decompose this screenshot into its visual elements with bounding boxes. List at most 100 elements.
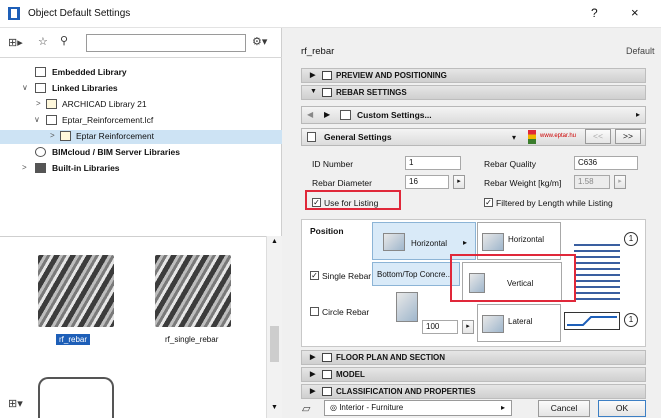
- spacing-dropdown-button[interactable]: ▸: [462, 320, 474, 334]
- library-panel: ⊞▸ ☆ ⚲ ⚙▾ Embedded Library ∨ Linked Libr…: [0, 28, 282, 418]
- tree-item-eptar-reinforcement[interactable]: > Eptar Reinforcement: [0, 130, 282, 144]
- collapsed-arrow-icon: ▶: [310, 354, 316, 361]
- general-settings-label: General Settings: [324, 132, 392, 142]
- dropdown-arrow-icon: ▸: [463, 238, 468, 247]
- horizontal-rebar-icon: [383, 233, 405, 251]
- search-icon[interactable]: ⚲: [60, 34, 68, 47]
- single-rebar-thumbnail[interactable]: [155, 255, 231, 327]
- help-button[interactable]: ?: [591, 6, 598, 20]
- circle-number-2[interactable]: 1: [624, 313, 638, 327]
- scroll-thumb[interactable]: [270, 326, 279, 362]
- thumb-label-rf-rebar[interactable]: rf_rebar: [56, 334, 91, 345]
- cancel-button[interactable]: Cancel: [538, 400, 590, 417]
- section-floor-plan[interactable]: ▶ FLOOR PLAN AND SECTION: [301, 350, 646, 365]
- folder-icon: [46, 99, 57, 109]
- filtered-by-length-checkbox[interactable]: ✓: [484, 198, 493, 207]
- expand-icon[interactable]: ∨: [34, 115, 40, 124]
- general-settings-bar[interactable]: General Settings ▾ www.eptar.hu << >>: [301, 128, 646, 146]
- tree-item-bimcloud[interactable]: BIMcloud / BIM Server Libraries: [0, 146, 282, 160]
- gear-icon[interactable]: ⚙▾: [252, 35, 267, 48]
- section-preview-positioning[interactable]: ▶ PREVIEW AND POSITIONING: [301, 68, 646, 83]
- library-toolbar: ⊞▸ ☆ ⚲ ⚙▾: [0, 28, 282, 58]
- container-icon: [46, 115, 57, 125]
- bottom-top-concrete-selector[interactable]: Bottom/Top Concre...: [372, 262, 460, 286]
- dropdown-arrow-icon: ▸: [500, 403, 505, 412]
- section-model[interactable]: ▶ MODEL: [301, 367, 646, 382]
- spacing-icon: [396, 292, 418, 322]
- id-number-field[interactable]: 1: [405, 156, 461, 170]
- close-button[interactable]: ×: [631, 5, 639, 20]
- object-gallery: rf_rebar rf_single_rebar: [0, 236, 282, 418]
- custom-settings-bar[interactable]: ◀ ▶ Custom Settings... ▸: [301, 106, 646, 124]
- rebar-diameter-label: Rebar Diameter: [312, 178, 372, 188]
- horizontal-rebar-icon: [482, 233, 504, 251]
- lateral-profile-preview: [564, 312, 620, 330]
- custom-settings-icon: [340, 110, 351, 120]
- ok-button[interactable]: OK: [598, 400, 646, 417]
- rebar-weight-label: Rebar Weight [kg/m]: [484, 178, 562, 188]
- cloud-icon: [35, 147, 46, 157]
- collapsed-arrow-icon: ▶: [310, 388, 316, 395]
- section-classification[interactable]: ▶ CLASSIFICATION AND PROPERTIES: [301, 384, 646, 399]
- library-search-input[interactable]: [86, 34, 246, 52]
- tree-item-built-in-libraries[interactable]: > Built-in Libraries: [0, 162, 282, 176]
- circle-number-1[interactable]: 1: [624, 232, 638, 246]
- rebar-quality-label: Rebar Quality: [484, 159, 536, 169]
- expand-icon[interactable]: >: [22, 163, 27, 172]
- circle-rebar-label: Circle Rebar: [322, 307, 370, 317]
- weight-dropdown-button[interactable]: ▸: [614, 175, 626, 189]
- expand-icon[interactable]: ∨: [22, 83, 28, 92]
- prev-page-button[interactable]: <<: [585, 129, 611, 144]
- rebar-quality-field[interactable]: C636: [574, 156, 638, 170]
- layer-dropdown[interactable]: ◎ Interior - Furniture ▸: [324, 400, 512, 416]
- rebar-thumbnail[interactable]: [38, 255, 114, 327]
- rebar-diameter-field[interactable]: 16: [405, 175, 449, 189]
- highlight-use-for-listing: [305, 190, 401, 210]
- page-list-icon: [307, 132, 316, 142]
- tree-item-embedded-library[interactable]: Embedded Library: [0, 66, 282, 80]
- vertical-rebar-lines-preview: [574, 240, 620, 304]
- library-view-icon[interactable]: ⊞▸: [8, 36, 23, 49]
- library-manager-icon[interactable]: ⊞▾: [8, 397, 23, 410]
- single-rebar-checkbox[interactable]: ✓: [310, 271, 319, 280]
- filtered-by-length-label: Filtered by Length while Listing: [496, 198, 613, 208]
- circle-rebar-checkbox[interactable]: [310, 307, 319, 316]
- title-bar: Object Default Settings ? ×: [0, 0, 661, 28]
- folder-icon: [60, 131, 71, 141]
- tree-item-archicad-library[interactable]: > ARCHICAD Library 21: [0, 98, 282, 112]
- next-page-button[interactable]: >>: [615, 129, 641, 144]
- tree-item-eptar-reinforcement-lcf[interactable]: ∨ Eptar_Reinforcement.lcf: [0, 114, 282, 128]
- visibility-eye-icon: ◎: [330, 403, 340, 412]
- default-label: Default: [626, 46, 655, 56]
- object-name: rf_rebar: [301, 46, 335, 57]
- page-icon: [35, 67, 46, 77]
- section-rebar-settings[interactable]: ▼ REBAR SETTINGS: [301, 85, 646, 100]
- expanded-arrow-icon: ▼: [310, 88, 317, 95]
- id-number-label: ID Number: [312, 159, 354, 169]
- option-lateral[interactable]: Lateral: [477, 304, 561, 342]
- thumb-label-rf-single-rebar[interactable]: rf_single_rebar: [162, 334, 221, 345]
- folder-icon: [35, 163, 46, 173]
- custom-settings-arrow-icon[interactable]: ▸: [636, 110, 640, 119]
- floor-plan-icon: [322, 353, 332, 362]
- diameter-dropdown-button[interactable]: ▸: [453, 175, 465, 189]
- expand-icon[interactable]: >: [50, 131, 55, 140]
- settings-panel: rf_rebar Default ▶ PREVIEW AND POSITIONI…: [288, 28, 661, 418]
- highlight-vertical-option: [450, 254, 576, 302]
- window-title: Object Default Settings: [28, 8, 131, 19]
- stirrup-thumbnail[interactable]: [38, 377, 114, 418]
- next-arrow-icon[interactable]: ▶: [324, 110, 330, 119]
- spacing-field[interactable]: 100: [422, 320, 458, 334]
- collapsed-arrow-icon: ▶: [310, 72, 316, 79]
- prev-arrow-icon[interactable]: ◀: [307, 110, 313, 119]
- gallery-scrollbar[interactable]: ▲ ▼: [266, 236, 282, 418]
- scroll-down-icon[interactable]: ▼: [271, 404, 278, 411]
- eptar-logo-text: www.eptar.hu: [540, 133, 577, 139]
- classification-icon: [322, 387, 332, 396]
- tree-item-linked-libraries[interactable]: ∨ Linked Libraries: [0, 82, 282, 96]
- page-dropdown-arrow-icon[interactable]: ▾: [512, 133, 516, 142]
- scroll-up-icon[interactable]: ▲: [271, 238, 278, 245]
- eptar-flag-icon: [528, 130, 536, 144]
- favorites-star-icon[interactable]: ☆: [38, 35, 48, 48]
- expand-icon[interactable]: >: [36, 99, 41, 108]
